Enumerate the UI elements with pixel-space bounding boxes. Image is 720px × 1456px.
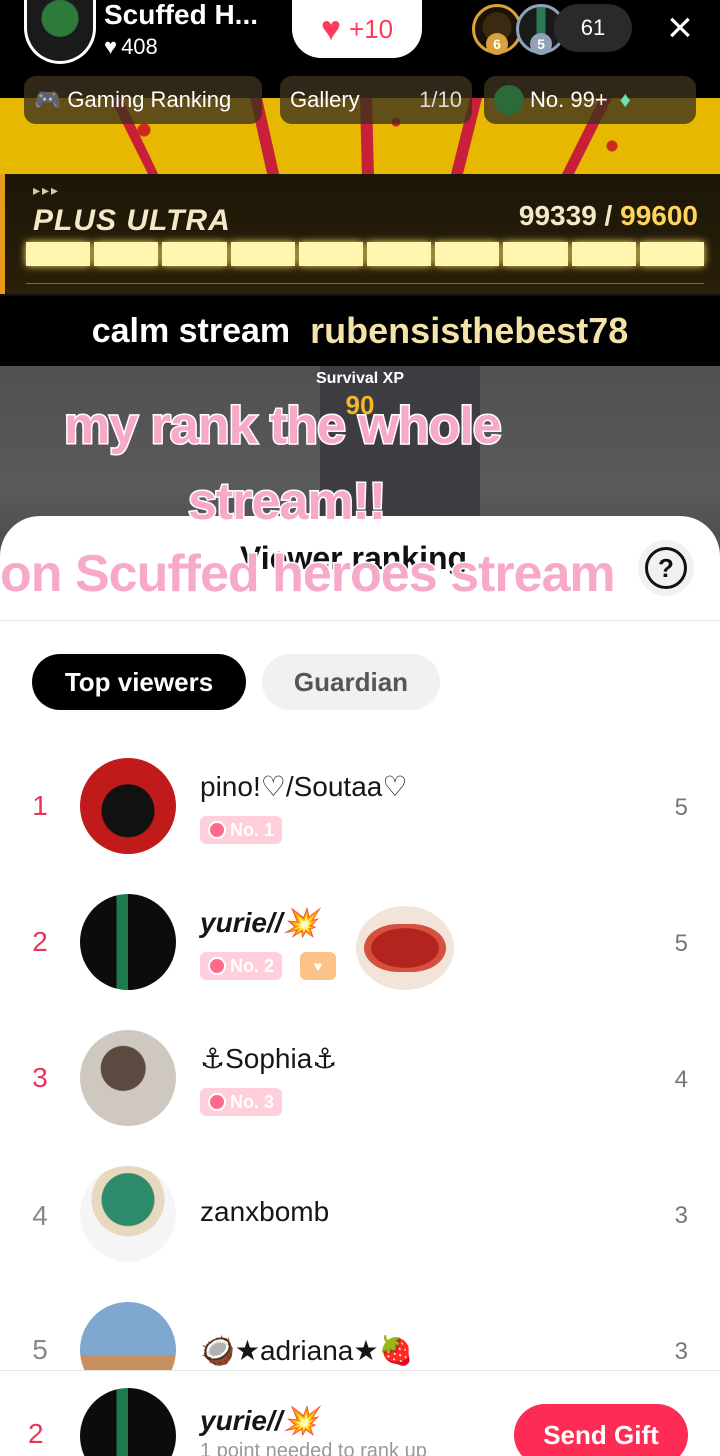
goal-bar-segment xyxy=(435,242,500,266)
badge-label: No. 2 xyxy=(230,955,275,976)
row-score: 4 xyxy=(674,1066,688,1093)
badge-icon xyxy=(208,821,226,839)
survival-label: Survival XP xyxy=(315,370,405,387)
viewer-badge: 5 xyxy=(530,33,552,55)
tab-top-viewers[interactable]: Top viewers xyxy=(32,654,246,710)
goal-dots: ▸▸▸ xyxy=(33,182,61,198)
rank-badge: No. 3 xyxy=(200,1088,283,1116)
stream-banner: calm stream rubensisthebest78 xyxy=(0,296,720,366)
likes-count: 408 xyxy=(121,34,158,59)
heart-icon: ♥ xyxy=(320,10,342,48)
row-score: 3 xyxy=(674,1338,688,1365)
like-increment: +10 xyxy=(349,13,394,44)
rank-label: No. 99+ xyxy=(530,87,608,112)
ranking-row[interactable]: 4 zanxbomb 3 xyxy=(0,1148,720,1278)
row-username: pino!♡/Soutaa♡ xyxy=(200,771,408,802)
caption-line-3: on Scuffed heroes stream xyxy=(0,544,617,605)
gamepad-icon: 🎮 xyxy=(34,87,62,112)
goal-bar-segment xyxy=(94,242,159,266)
gallery-chip[interactable]: Gallery 1/10 xyxy=(280,76,472,124)
gallery-label: Gallery xyxy=(290,87,360,112)
gaming-ranking-chip[interactable]: 🎮 Gaming Ranking xyxy=(24,76,262,124)
help-button[interactable]: ? xyxy=(638,540,694,596)
ranking-row[interactable]: 1 pino!♡/Soutaa♡ No. 1 5 xyxy=(0,740,720,870)
avatar[interactable] xyxy=(80,758,176,854)
ranking-row[interactable]: 3 ⚓Sophia⚓ No. 3 4 xyxy=(0,1012,720,1142)
avatar[interactable] xyxy=(80,1302,176,1370)
gaming-ranking-label: Gaming Ranking xyxy=(67,87,232,112)
top-viewer-avatar[interactable]: 6 xyxy=(472,4,522,55)
row-rank: 2 xyxy=(32,926,48,957)
question-icon: ? xyxy=(645,547,687,589)
viewer-badge: 6 xyxy=(486,33,508,55)
goal-ticks xyxy=(26,272,704,284)
avatar[interactable] xyxy=(80,894,176,990)
my-username: yurie//💥 xyxy=(200,1405,318,1436)
row-score: 3 xyxy=(674,1202,688,1229)
viewer-count[interactable]: 61 xyxy=(554,4,632,52)
goal-separator: / xyxy=(596,200,621,231)
badge-icon xyxy=(208,1093,226,1111)
rank-badge: No. 2 xyxy=(200,952,283,980)
goal-bar-segment xyxy=(26,242,91,266)
row-rank: 3 xyxy=(32,1062,48,1093)
row-username: zanxbomb xyxy=(200,1196,330,1227)
send-gift-button[interactable]: Send Gift xyxy=(514,1404,688,1456)
goal-target: 99600 xyxy=(620,200,698,231)
caption-line-1: my rank the whole xyxy=(63,396,504,457)
close-icon[interactable]: × xyxy=(656,6,704,50)
heart-icon: ♥ xyxy=(104,34,118,59)
lips-sticker xyxy=(356,906,454,990)
badge-label: No. 3 xyxy=(230,1091,275,1112)
goal-bar-segment xyxy=(571,242,636,266)
goal-score: 99339 / 99600 xyxy=(519,200,698,232)
avatar[interactable] xyxy=(80,1030,176,1126)
rank-badge: No. 1 xyxy=(200,816,283,844)
host-name[interactable]: Scuffed H... xyxy=(104,0,258,30)
like-button[interactable]: ♥ +10 xyxy=(292,0,422,58)
banner-user: rubensisthebest78 xyxy=(310,310,629,351)
row-rank: 5 xyxy=(32,1334,48,1365)
row-username: ⚓Sophia⚓ xyxy=(200,1043,338,1074)
row-rank: 1 xyxy=(32,790,48,821)
badge-icon xyxy=(208,957,226,975)
gallery-count: 1/10 xyxy=(419,87,462,112)
badge-label: No. 1 xyxy=(230,819,275,840)
goal-bar-segment xyxy=(298,242,364,266)
host-likes: ♥ 408 xyxy=(104,34,158,60)
tab-guardian[interactable]: Guardian xyxy=(262,654,440,710)
goal-bar-segment xyxy=(367,242,432,266)
goal-bar-segment xyxy=(503,242,568,266)
sheet-divider xyxy=(0,620,720,621)
ranking-row[interactable]: 5 🥥★adriana★🍓 3 xyxy=(0,1284,720,1370)
goal-bar-segment xyxy=(639,242,705,266)
my-rank: 2 xyxy=(28,1418,44,1449)
row-score: 5 xyxy=(674,794,688,821)
row-username: 🥥★adriana★🍓 xyxy=(200,1335,414,1366)
rank-chip[interactable]: No. 99+ ♦ xyxy=(484,76,696,124)
goal-bar-segment xyxy=(162,242,227,266)
gem-icon: ♦ xyxy=(619,87,631,112)
goal-title: PLUS ULTRA xyxy=(33,204,231,237)
goal-bar-segment xyxy=(230,242,295,266)
goal-progress-bar xyxy=(26,242,705,266)
avatar-mini xyxy=(494,85,524,115)
row-username: yurie//💥 xyxy=(200,907,318,938)
goal-current: 99339 xyxy=(518,200,597,231)
row-rank: 4 xyxy=(32,1200,48,1231)
banner-label: calm stream xyxy=(91,311,291,350)
row-score: 5 xyxy=(674,930,688,957)
rank-up-hint: 1 point needed to rank up xyxy=(200,1440,427,1456)
caption-line-2: stream!! xyxy=(186,472,387,533)
fan-badge-icon: ♥ xyxy=(300,952,336,980)
avatar[interactable] xyxy=(80,1166,176,1262)
